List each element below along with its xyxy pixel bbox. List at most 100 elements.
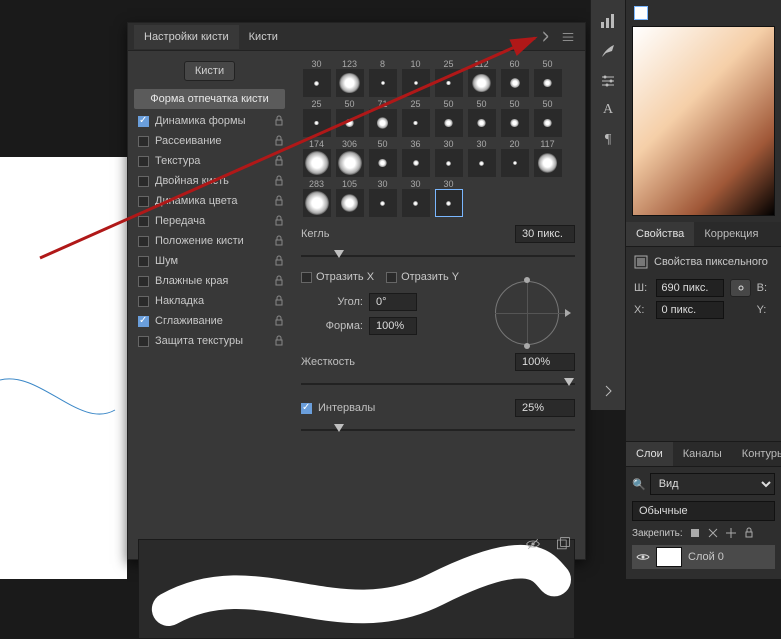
tab-properties[interactable]: Свойства — [626, 222, 694, 246]
brush-preset[interactable]: 123 — [334, 59, 365, 97]
option-checkbox[interactable] — [138, 116, 149, 127]
lock-icon[interactable] — [273, 135, 285, 147]
width-input[interactable] — [656, 279, 724, 297]
brush-preset[interactable]: 306 — [334, 139, 365, 177]
brush-preset[interactable]: 8 — [367, 59, 398, 97]
option-3[interactable]: Двойная кисть — [128, 171, 291, 191]
brush-preset[interactable]: 50 — [532, 99, 563, 137]
brush-preset[interactable]: 105 — [334, 179, 365, 217]
lock-icon[interactable] — [273, 175, 285, 187]
brush-preset[interactable]: 30 — [367, 179, 398, 217]
adjustments-icon[interactable] — [599, 72, 617, 90]
brush-preset[interactable]: 117 — [532, 139, 563, 177]
lock-icon[interactable] — [273, 295, 285, 307]
hardness-slider[interactable] — [301, 377, 575, 391]
color-picker-gradient[interactable] — [632, 26, 775, 216]
brush-preset[interactable]: 283 — [301, 179, 332, 217]
flip-x-checkbox[interactable]: Отразить X — [301, 271, 374, 283]
lock-artboard-icon[interactable] — [725, 527, 737, 539]
option-4[interactable]: Динамика цвета — [128, 191, 291, 211]
lock-icon[interactable] — [273, 235, 285, 247]
brush-preset[interactable]: 36 — [400, 139, 431, 177]
spacing-slider[interactable] — [301, 423, 575, 437]
spacing-checkbox[interactable] — [301, 403, 312, 414]
brush-preset[interactable]: 30 — [433, 179, 464, 217]
option-checkbox[interactable] — [138, 236, 149, 247]
brush-preset[interactable]: 30 — [466, 139, 497, 177]
collapse-icon[interactable] — [539, 30, 553, 44]
lock-position-icon[interactable] — [707, 527, 719, 539]
tab-channels[interactable]: Каналы — [673, 442, 732, 466]
option-6[interactable]: Положение кисти — [128, 231, 291, 251]
preview-toggle-icon[interactable] — [525, 536, 541, 552]
x-input[interactable] — [656, 301, 724, 319]
option-2[interactable]: Текстура — [128, 151, 291, 171]
lock-icon[interactable] — [273, 275, 285, 287]
option-7[interactable]: Шум — [128, 251, 291, 271]
option-checkbox[interactable] — [138, 336, 149, 347]
brush-preset[interactable]: 60 — [499, 59, 530, 97]
expand-icon[interactable] — [599, 382, 617, 400]
option-8[interactable]: Влажные края — [128, 271, 291, 291]
lock-all-icon[interactable] — [743, 527, 755, 539]
option-9[interactable]: Накладка — [128, 291, 291, 311]
brush-preset[interactable]: 174 — [301, 139, 332, 177]
angle-widget[interactable] — [487, 273, 567, 353]
blend-mode-select[interactable]: Обычные — [632, 501, 775, 521]
brush-preset[interactable]: 30 — [433, 139, 464, 177]
option-checkbox[interactable] — [138, 256, 149, 267]
brush-preset[interactable]: 10 — [400, 59, 431, 97]
lock-icon[interactable] — [273, 315, 285, 327]
option-checkbox[interactable] — [138, 276, 149, 287]
new-preset-icon[interactable] — [555, 536, 571, 552]
option-checkbox[interactable] — [138, 156, 149, 167]
brush-preset[interactable]: 30 — [400, 179, 431, 217]
brush-preset[interactable]: 30 — [301, 59, 332, 97]
character-panel-icon[interactable]: A — [599, 102, 617, 120]
angle-input[interactable] — [369, 293, 417, 311]
option-5[interactable]: Передача — [128, 211, 291, 231]
brush-preset[interactable]: 71 — [367, 99, 398, 137]
tab-layers[interactable]: Слои — [626, 442, 673, 466]
brush-preset[interactable]: 50 — [532, 59, 563, 97]
lock-icon[interactable] — [273, 215, 285, 227]
tab-brushes[interactable]: Кисти — [239, 25, 288, 49]
brush-tip-shape-header[interactable]: Форма отпечатка кисти — [134, 89, 285, 109]
paragraph-panel-icon[interactable]: ¶ — [599, 132, 617, 150]
brush-preset[interactable]: 50 — [367, 139, 398, 177]
option-1[interactable]: Рассеивание — [128, 131, 291, 151]
link-dimensions-button[interactable] — [730, 279, 750, 297]
hardness-value[interactable]: 100% — [515, 353, 575, 371]
foreground-color-swatch[interactable] — [634, 6, 648, 20]
option-checkbox[interactable] — [138, 176, 149, 187]
option-checkbox[interactable] — [138, 296, 149, 307]
brush-preset[interactable]: 25 — [301, 99, 332, 137]
roundness-input[interactable] — [369, 317, 417, 335]
lock-icon[interactable] — [273, 335, 285, 347]
option-11[interactable]: Защита текстуры — [128, 331, 291, 351]
option-0[interactable]: Динамика формы — [128, 111, 291, 131]
lock-icon[interactable] — [273, 155, 285, 167]
size-slider[interactable] — [301, 249, 575, 263]
brush-preset[interactable]: 50 — [334, 99, 365, 137]
option-checkbox[interactable] — [138, 196, 149, 207]
visibility-icon[interactable] — [636, 550, 650, 564]
lock-pixels-icon[interactable] — [689, 527, 701, 539]
brush-preset[interactable]: 112 — [466, 59, 497, 97]
brush-preset[interactable]: 25 — [400, 99, 431, 137]
brush-preset[interactable]: 50 — [466, 99, 497, 137]
option-10[interactable]: Сглаживание — [128, 311, 291, 331]
layer-filter-select[interactable]: Вид — [650, 473, 775, 495]
spacing-value[interactable]: 25% — [515, 399, 575, 417]
brush-preset[interactable]: 50 — [499, 99, 530, 137]
lock-icon[interactable] — [273, 115, 285, 127]
lock-icon[interactable] — [273, 195, 285, 207]
layer-name[interactable]: Слой 0 — [688, 551, 724, 563]
layer-row[interactable]: Слой 0 — [632, 545, 775, 569]
option-checkbox[interactable] — [138, 316, 149, 327]
brushes-button[interactable]: Кисти — [184, 61, 235, 81]
panel-menu-icon[interactable] — [561, 30, 575, 44]
histogram-icon[interactable] — [599, 12, 617, 30]
option-checkbox[interactable] — [138, 216, 149, 227]
brush-tool-icon[interactable] — [599, 42, 617, 60]
